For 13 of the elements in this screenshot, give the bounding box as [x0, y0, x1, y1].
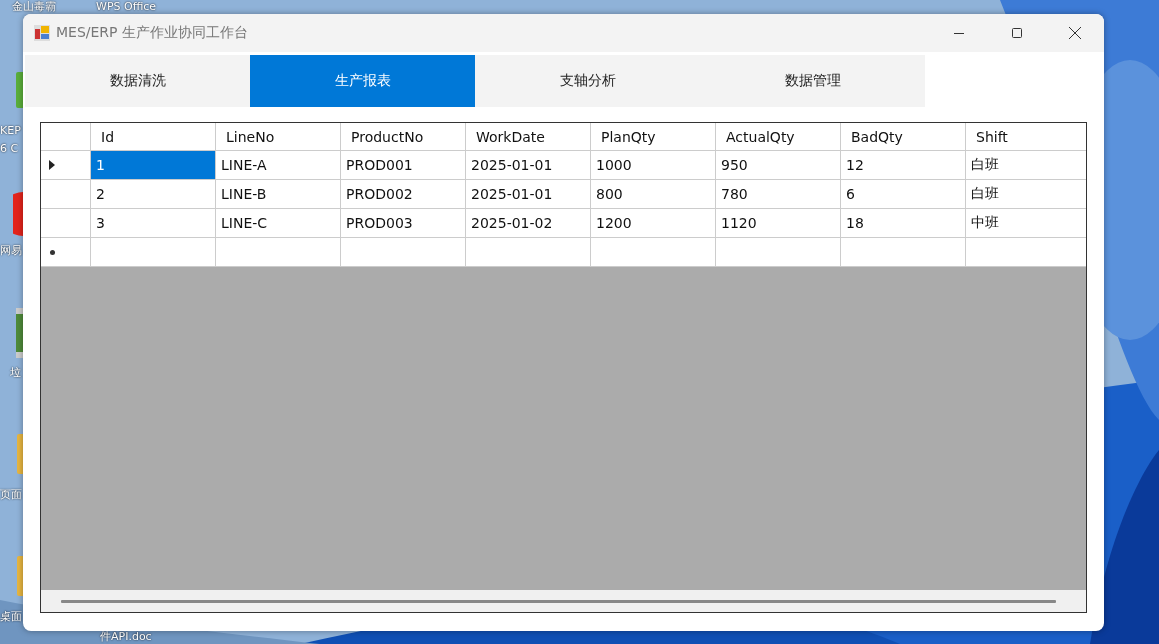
- horizontal-scrollbar[interactable]: [41, 590, 1086, 612]
- table-cell[interactable]: 1: [91, 151, 216, 180]
- maximize-icon: [1011, 27, 1023, 39]
- window-title: MES/ERP 生产作业协同工作台: [56, 24, 249, 42]
- tab[interactable]: 数据管理: [700, 55, 925, 107]
- tab[interactable]: 数据清洗: [25, 55, 250, 107]
- tab[interactable]: 支轴分析: [475, 55, 700, 107]
- scrollbar-thumb[interactable]: [61, 599, 1056, 603]
- row-header[interactable]: [41, 151, 91, 180]
- app-icon[interactable]: [13, 192, 23, 236]
- app-icon: [34, 25, 50, 41]
- close-icon: [1068, 26, 1082, 40]
- tab[interactable]: 生产报表: [250, 55, 475, 107]
